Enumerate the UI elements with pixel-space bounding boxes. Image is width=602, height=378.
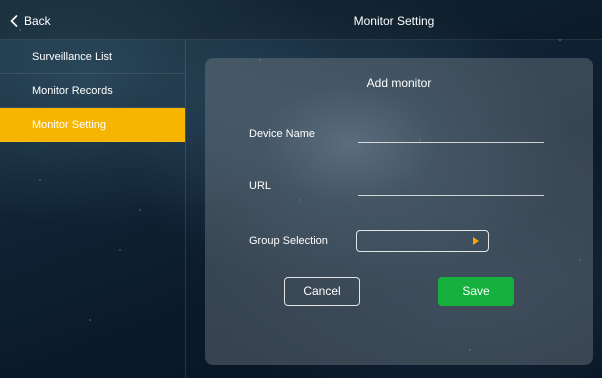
device-name-input[interactable] bbox=[358, 119, 544, 143]
caret-right-icon bbox=[473, 237, 479, 245]
sidebar-item-monitor-setting[interactable]: Monitor Setting bbox=[0, 108, 185, 142]
dialog-title: Add monitor bbox=[366, 76, 432, 90]
sidebar-item-label: Surveillance List bbox=[32, 51, 113, 63]
chevron-left-icon bbox=[10, 15, 18, 27]
sidebar-item-label: Monitor Setting bbox=[32, 119, 106, 131]
top-bar: Back Monitor Setting bbox=[0, 0, 602, 40]
device-name-label: Device Name bbox=[249, 128, 316, 140]
page-title: Monitor Setting bbox=[353, 14, 435, 28]
sidebar-item-surveillance-list[interactable]: Surveillance List bbox=[0, 40, 185, 74]
url-input[interactable] bbox=[358, 172, 544, 196]
save-button[interactable]: Save bbox=[438, 277, 514, 306]
back-label: Back bbox=[24, 14, 51, 28]
add-monitor-dialog: Add monitor Device Name URL Group Select… bbox=[205, 58, 593, 365]
sidebar-item-monitor-records[interactable]: Monitor Records bbox=[0, 74, 185, 108]
sidebar-item-label: Monitor Records bbox=[32, 85, 113, 97]
group-selection-dropdown[interactable] bbox=[356, 230, 489, 252]
url-label: URL bbox=[249, 180, 272, 192]
group-selection-label: Group Selection bbox=[249, 235, 328, 247]
back-button[interactable]: Back bbox=[10, 11, 51, 31]
sidebar: Surveillance List Monitor Records Monito… bbox=[0, 40, 186, 378]
cancel-button[interactable]: Cancel bbox=[284, 277, 360, 306]
